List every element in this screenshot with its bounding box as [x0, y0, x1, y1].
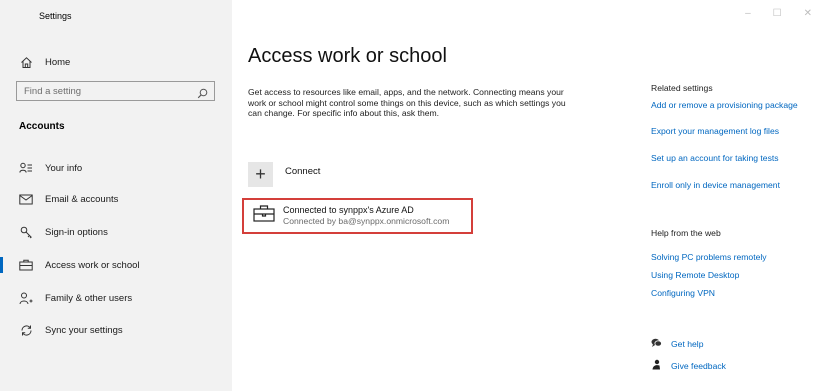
sidebar-item-home[interactable]: Home — [0, 51, 232, 73]
connect-label: Connect — [285, 166, 321, 177]
link-enroll-device-management[interactable]: Enroll only in device management — [651, 180, 780, 190]
chat-help-icon — [651, 335, 662, 353]
link-taking-tests[interactable]: Set up an account for taking tests — [651, 153, 779, 163]
main-content: – ☐ ✕ Access work or school Get access t… — [232, 0, 824, 391]
minimize-button[interactable]: – — [745, 9, 751, 19]
sidebar-item-access-work-school[interactable]: Access work or school — [0, 254, 232, 276]
sidebar-item-label: Sync your settings — [45, 324, 123, 336]
briefcase-icon — [19, 258, 33, 272]
sidebar-item-label: Sign-in options — [45, 226, 108, 238]
account-name: Connected to synppx's Azure AD — [283, 205, 414, 215]
related-settings-heading: Related settings — [651, 83, 713, 93]
sidebar-item-email-accounts[interactable]: Email & accounts — [0, 188, 232, 210]
sidebar-item-label: Email & accounts — [45, 193, 119, 205]
page-title: Access work or school — [248, 45, 447, 67]
search-icon[interactable] — [197, 86, 208, 104]
plus-icon: + — [248, 162, 273, 187]
active-indicator — [0, 257, 3, 273]
link-provisioning-package[interactable]: Add or remove a provisioning package — [651, 100, 798, 110]
link-remote-desktop[interactable]: Using Remote Desktop — [651, 270, 739, 280]
close-button[interactable]: ✕ — [804, 9, 812, 19]
sidebar: Settings Home Find a setting Accounts Yo… — [0, 0, 232, 391]
person-list-icon — [19, 161, 33, 175]
link-configuring-vpn[interactable]: Configuring VPN — [651, 288, 715, 298]
search-input[interactable]: Find a setting — [16, 81, 215, 101]
briefcase-icon — [253, 204, 275, 227]
connect-button[interactable]: + Connect — [248, 162, 320, 187]
sidebar-item-label: Family & other users — [45, 292, 133, 304]
home-icon — [19, 55, 33, 69]
mail-icon — [19, 192, 33, 206]
give-feedback-label: Give feedback — [671, 361, 726, 371]
get-help-link[interactable]: Get help — [651, 335, 704, 353]
maximize-button[interactable]: ☐ — [773, 9, 782, 19]
window-title: Settings — [39, 11, 72, 21]
sidebar-item-sign-in-options[interactable]: Sign-in options — [0, 221, 232, 243]
window-controls: – ☐ ✕ — [745, 9, 812, 19]
sidebar-item-your-info[interactable]: Your info — [0, 157, 232, 179]
account-detail: Connected by ba@synppx.onmicrosoft.com — [283, 216, 450, 226]
sidebar-item-label: Your info — [45, 162, 83, 174]
person-add-icon — [19, 291, 33, 305]
section-title: Accounts — [19, 121, 65, 132]
sidebar-item-label: Access work or school — [45, 259, 140, 271]
link-export-logs[interactable]: Export your management log files — [651, 126, 779, 136]
help-heading: Help from the web — [651, 228, 721, 238]
link-solving-pc-problems[interactable]: Solving PC problems remotely — [651, 252, 767, 262]
account-text: Connected to synppx's Azure AD Connected… — [283, 205, 449, 227]
sidebar-item-label: Home — [45, 56, 71, 68]
page-description: Get access to resources like email, apps… — [248, 87, 566, 119]
feedback-icon — [651, 357, 662, 375]
give-feedback-link[interactable]: Give feedback — [651, 357, 726, 375]
search-placeholder: Find a setting — [24, 86, 82, 97]
key-icon — [19, 225, 33, 239]
sidebar-item-sync-settings[interactable]: Sync your settings — [0, 319, 232, 341]
sync-icon — [19, 323, 33, 337]
sidebar-item-family-users[interactable]: Family & other users — [0, 287, 232, 309]
connected-account-item[interactable]: Connected to synppx's Azure AD Connected… — [242, 198, 473, 234]
get-help-label: Get help — [671, 339, 704, 349]
